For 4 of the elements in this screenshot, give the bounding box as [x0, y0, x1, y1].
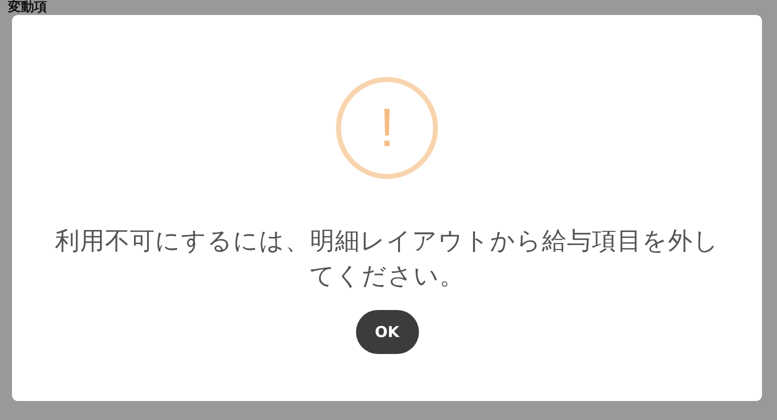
alert-message: 利用不可にするには、明細レイアウトから給与項目を外してください。	[54, 225, 720, 292]
ok-button[interactable]: OK	[356, 310, 418, 354]
page-heading: 変動項	[8, 0, 48, 15]
warning-icon: !	[336, 77, 438, 179]
